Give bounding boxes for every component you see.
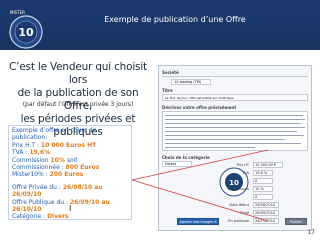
callout-pointer	[131, 149, 269, 222]
text-cursor-icon: I	[69, 204, 72, 213]
page-number: 17	[307, 229, 315, 236]
